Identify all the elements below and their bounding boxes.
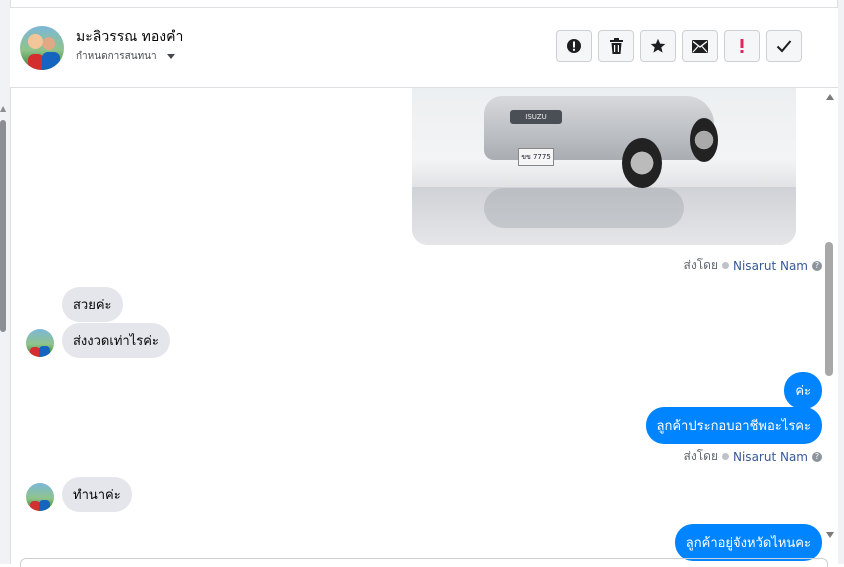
sent-by-name[interactable]: Nisarut Nam — [733, 450, 808, 464]
sent-by-prefix: ส่งโดย — [683, 449, 718, 463]
top-divider — [10, 0, 838, 8]
message-thread[interactable]: ISUZU ขข 7775 ส่งโดย Nisarut Nam ? สวยค่… — [10, 88, 822, 564]
trash-icon — [609, 38, 623, 54]
incoming-message[interactable]: ทำนาค่ะ — [62, 477, 132, 512]
delete-button[interactable] — [598, 30, 634, 62]
shared-photo[interactable]: ISUZU ขข 7775 — [412, 88, 796, 245]
assign-conversation-dropdown[interactable]: กำหนดการสนทนา — [76, 49, 175, 64]
contact-avatar[interactable] — [20, 26, 64, 70]
exclamation-circle-icon — [567, 39, 581, 53]
outgoing-message[interactable]: ค่ะ — [784, 372, 822, 409]
conversation-actions — [556, 30, 802, 62]
truck-wheel — [622, 138, 662, 188]
page-badge-icon — [722, 262, 729, 269]
conversation-header: มะลิวรรณ ทองคำ กำหนดการสนทนา — [10, 8, 838, 88]
contact-name[interactable]: มะลิวรรณ ทองคำ — [76, 26, 183, 48]
incoming-message[interactable]: สวยค่ะ — [62, 287, 123, 322]
right-panel-edge — [837, 0, 844, 564]
sent-by-label: ส่งโดย Nisarut Nam ? — [684, 447, 822, 466]
outgoing-message[interactable]: ลูกค้าประกอบอาชีพอะไรคะ — [645, 407, 822, 444]
outgoing-message[interactable]: ลูกค้าอยู่จังหวัดไหนคะ — [674, 524, 822, 561]
contact-avatar-small[interactable] — [26, 483, 54, 511]
exclamation-icon — [740, 39, 744, 53]
scroll-thumb[interactable] — [825, 242, 833, 376]
page-badge-icon — [722, 453, 729, 460]
envelope-icon — [692, 39, 708, 53]
check-icon — [776, 40, 792, 53]
help-icon[interactable]: ? — [812, 260, 822, 271]
caret-down-icon — [166, 54, 175, 59]
truck-wheel — [690, 118, 718, 162]
license-plate: ขข 7775 — [518, 148, 554, 166]
follow-up-button[interactable] — [724, 30, 760, 62]
message-composer[interactable] — [20, 558, 828, 567]
license-plate-text: ขข 7775 — [521, 153, 551, 161]
help-icon[interactable]: ? — [812, 451, 822, 462]
incoming-message[interactable]: ส่งงวดเท่าไรค่ะ — [62, 323, 170, 358]
mark-unread-button[interactable] — [682, 30, 718, 62]
scroll-up-arrow-icon[interactable] — [826, 94, 834, 100]
star-button[interactable] — [640, 30, 676, 62]
left-scroll-up-icon[interactable]: ▲ — [0, 104, 6, 113]
mark-spam-button[interactable] — [556, 30, 592, 62]
left-scroll-thumb[interactable] — [0, 120, 6, 332]
scroll-down-arrow-icon[interactable] — [826, 532, 834, 538]
assign-conversation-label: กำหนดการสนทนา — [76, 51, 157, 62]
sent-by-label: ส่งโดย Nisarut Nam ? — [684, 256, 822, 275]
sent-by-prefix: ส่งโดย — [683, 258, 718, 272]
contact-avatar-small[interactable] — [26, 329, 54, 357]
truck-brand-badge: ISUZU — [525, 113, 547, 121]
truck-grille: ISUZU — [510, 110, 562, 124]
sent-by-name[interactable]: Nisarut Nam — [733, 259, 808, 273]
mark-done-button[interactable] — [766, 30, 802, 62]
thread-scrollbar[interactable] — [822, 88, 838, 564]
star-icon — [650, 38, 666, 53]
